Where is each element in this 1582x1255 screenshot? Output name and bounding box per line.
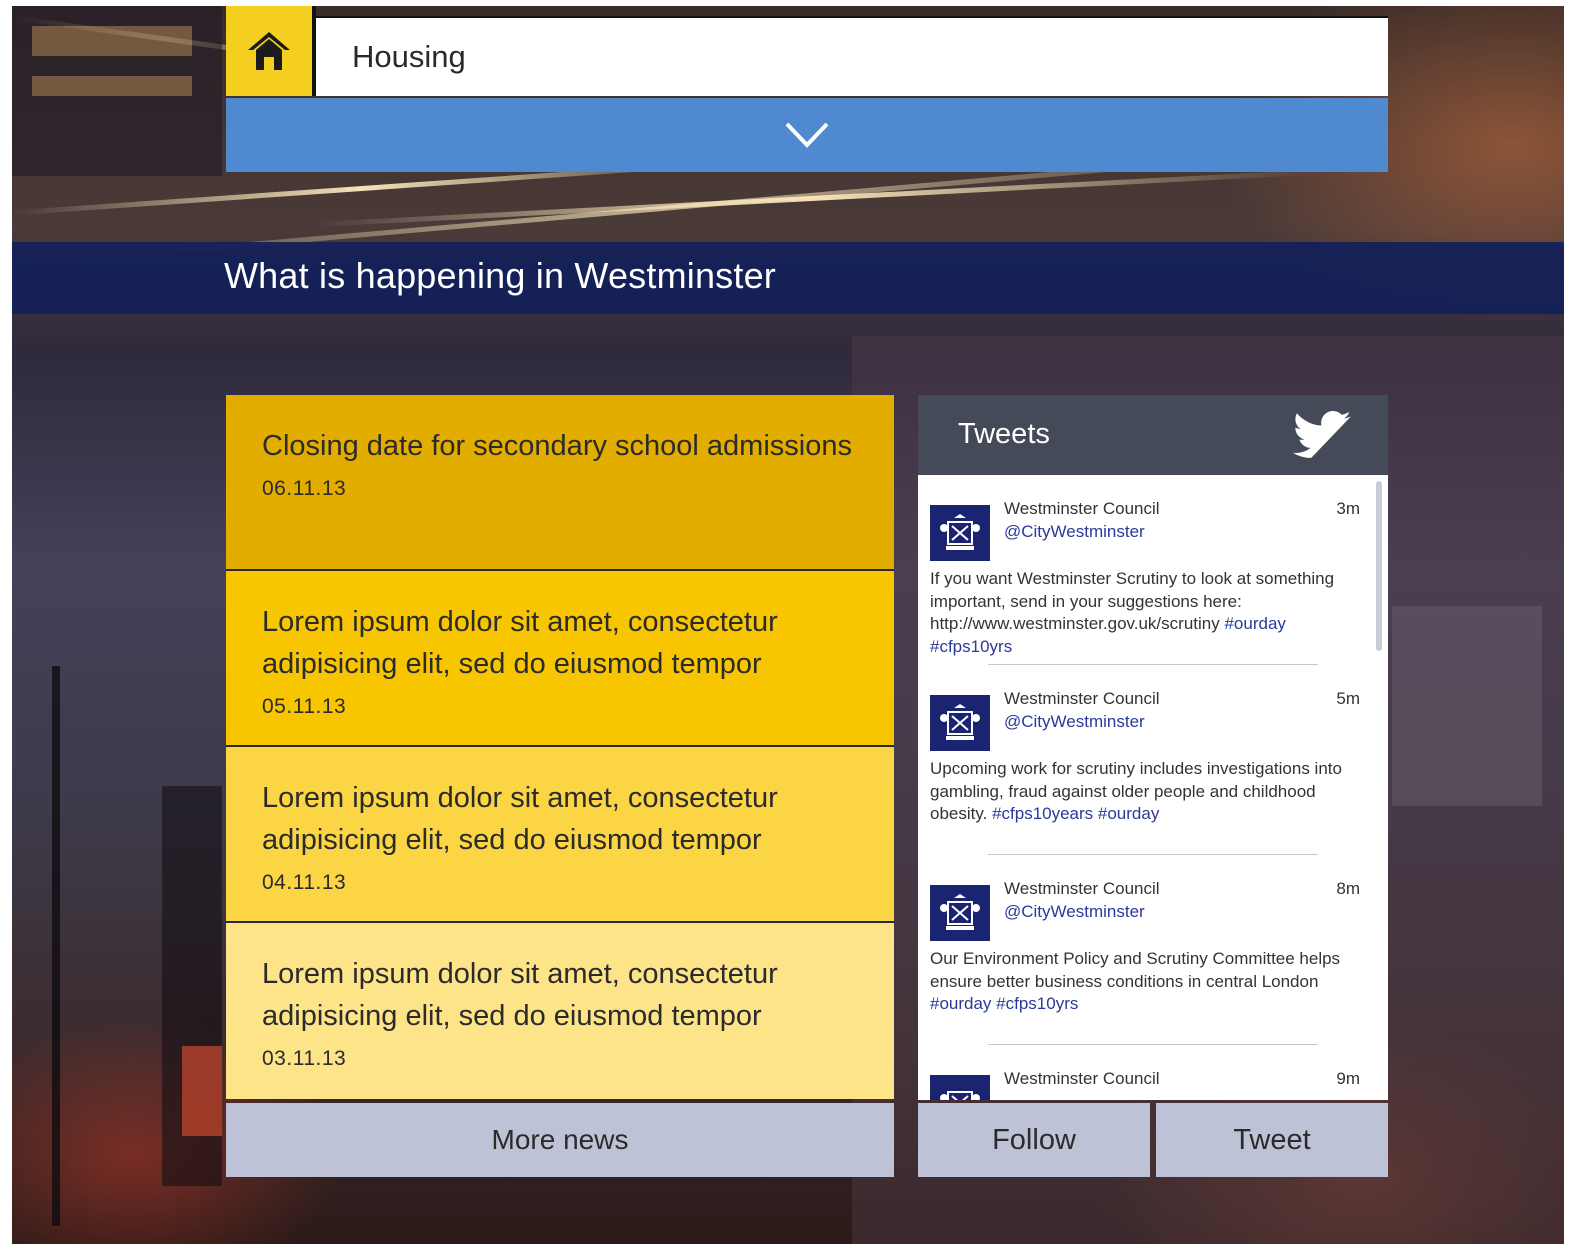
home-icon xyxy=(248,32,290,70)
tweet-item[interactable]: Westminster Council @CityWestminster 3m … xyxy=(918,475,1388,665)
news-item[interactable]: Lorem ipsum dolor sit amet, consectetur … xyxy=(226,571,894,747)
news-title: Lorem ipsum dolor sit amet, consectetur … xyxy=(262,958,778,1032)
council-crest-icon xyxy=(940,704,980,740)
avatar xyxy=(930,1075,990,1100)
tweet-text: If you want Westminster Scrutiny to look… xyxy=(930,568,1370,658)
avatar xyxy=(930,695,990,751)
tweet-hashtags[interactable]: #ourday #cfps10yrs xyxy=(930,994,1078,1013)
tweet-item[interactable]: Westminster Council @CityWestminster 8m … xyxy=(918,855,1388,1045)
news-title: Closing date for secondary school admiss… xyxy=(262,430,852,462)
council-crest-icon xyxy=(940,894,980,930)
news-date: 06.11.13 xyxy=(262,477,347,500)
tweet-text: Upcoming work for scrutiny includes inve… xyxy=(930,758,1370,826)
tweet-handle[interactable]: @CityWestminster xyxy=(1004,712,1145,732)
category-dropdown-toggle[interactable] xyxy=(226,98,1388,172)
chevron-down-icon xyxy=(785,122,829,148)
tweet-author: Westminster Council xyxy=(1004,689,1160,708)
council-crest-icon xyxy=(940,514,980,550)
tweet-item[interactable]: Westminster Council @CityWestminster 5m … xyxy=(918,665,1388,855)
tweet-button[interactable]: Tweet xyxy=(1156,1103,1388,1177)
tweets-title: Tweets xyxy=(958,418,1050,450)
news-date: 05.11.13 xyxy=(262,695,347,718)
tweet-text: Our Environment Policy and Scrutiny Comm… xyxy=(930,948,1370,1016)
building-facade xyxy=(1392,606,1542,806)
twitter-bird-icon xyxy=(1293,411,1351,458)
tweet-hashtags[interactable]: #cfps10years #ourday xyxy=(992,804,1159,823)
tweets-header: Tweets xyxy=(918,395,1388,475)
lit-windows xyxy=(32,26,192,56)
tweet-handle[interactable]: @CityWestminster xyxy=(1004,902,1145,922)
tweet-time: 5m xyxy=(1336,689,1360,708)
lamp-post xyxy=(52,666,60,1226)
tweet-author: Westminster Council xyxy=(1004,879,1160,898)
section-banner: What is happening in Westminster xyxy=(12,242,1564,314)
tweets-feed[interactable]: Westminster Council @CityWestminster 3m … xyxy=(918,475,1388,1100)
news-item[interactable]: Lorem ipsum dolor sit amet, consectetur … xyxy=(226,747,894,923)
news-list: Closing date for secondary school admiss… xyxy=(226,395,894,1099)
tweet-time: 3m xyxy=(1336,499,1360,518)
tweet-author: Westminster Council xyxy=(1004,499,1160,518)
tweet-time: 8m xyxy=(1336,879,1360,898)
news-date: 04.11.13 xyxy=(262,871,347,894)
follow-button[interactable]: Follow xyxy=(918,1103,1150,1177)
news-item[interactable]: Lorem ipsum dolor sit amet, consectetur … xyxy=(226,923,894,1099)
tweet-author: Westminster Council xyxy=(1004,1069,1160,1088)
home-button[interactable] xyxy=(226,6,316,96)
avatar xyxy=(930,505,990,561)
news-title: Lorem ipsum dolor sit amet, consectetur … xyxy=(262,782,778,856)
more-news-button[interactable]: More news xyxy=(226,1103,894,1177)
lit-windows xyxy=(32,76,192,96)
news-item[interactable]: Closing date for secondary school admiss… xyxy=(226,395,894,571)
tweet-handle[interactable]: @CityWestminster xyxy=(1004,522,1145,542)
tweets-panel: Tweets Westminster Council @CityWestmins… xyxy=(918,395,1388,1100)
section-title: What is happening in Westminster xyxy=(224,255,776,296)
avatar xyxy=(930,885,990,941)
tweet-body: Our Environment Policy and Scrutiny Comm… xyxy=(930,949,1341,991)
news-title: Lorem ipsum dolor sit amet, consectetur … xyxy=(262,606,778,680)
category-select-input[interactable] xyxy=(316,18,1388,96)
tweet-item[interactable]: Westminster Council 9m xyxy=(918,1045,1388,1100)
tweet-time: 9m xyxy=(1336,1069,1360,1088)
council-crest-icon xyxy=(940,1091,980,1100)
neon-sign xyxy=(182,1046,222,1136)
news-date: 03.11.13 xyxy=(262,1047,347,1070)
